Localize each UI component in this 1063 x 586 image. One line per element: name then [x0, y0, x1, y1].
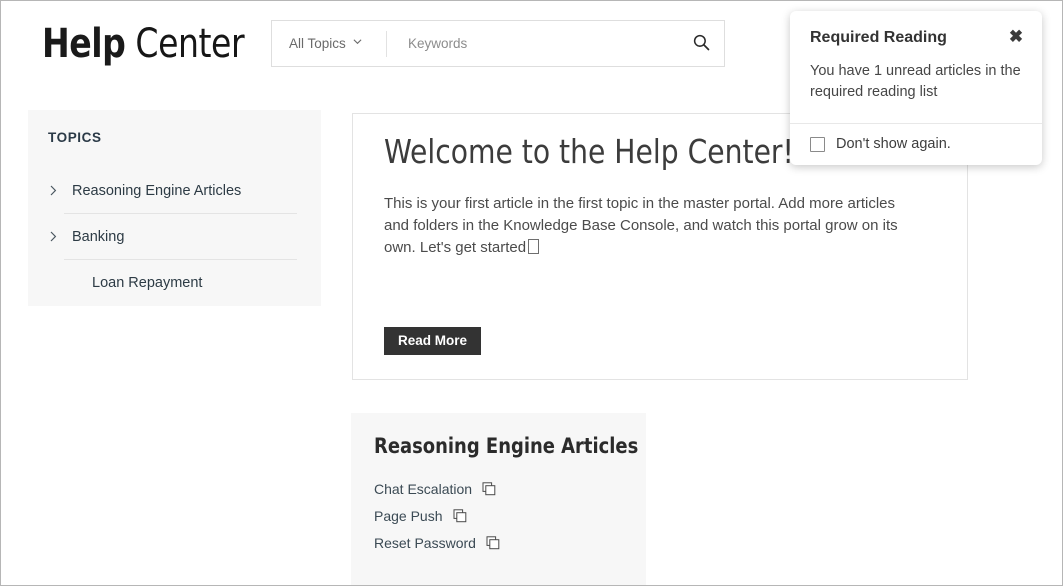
search-input[interactable]	[387, 21, 678, 66]
popup-title: Required Reading	[810, 29, 947, 46]
chevron-down-icon	[353, 37, 362, 46]
page-title: Welcome to the Help Center!	[384, 132, 794, 172]
article-link-page-push[interactable]: Page Push	[374, 508, 443, 524]
dont-show-again-checkbox[interactable]	[810, 137, 825, 152]
close-icon[interactable]: ✖	[1007, 28, 1025, 46]
popup-message: You have 1 unread articles in the requir…	[790, 51, 1042, 123]
sidebar-title: TOPICS	[48, 130, 102, 145]
copy-icon[interactable]	[453, 509, 467, 523]
articles-card-title: Reasoning Engine Articles	[374, 434, 638, 458]
topics-sidebar: TOPICS Reasoning Engine Articles Banking	[28, 110, 321, 306]
list-item: Reset Password	[374, 529, 624, 556]
sidebar-item-loan-repayment[interactable]: Loan Repayment	[28, 260, 321, 305]
list-item: Page Push	[374, 502, 624, 529]
missing-glyph-icon	[528, 239, 539, 254]
chevron-right-icon	[50, 231, 60, 242]
logo-text-center: Center	[125, 21, 244, 67]
article-link-chat-escalation[interactable]: Chat Escalation	[374, 481, 472, 497]
copy-icon[interactable]	[482, 482, 496, 496]
article-link-reset-password[interactable]: Reset Password	[374, 535, 476, 551]
search-icon	[693, 34, 710, 54]
sidebar-item-banking[interactable]: Banking	[28, 214, 321, 259]
logo-text-help: Help	[42, 21, 125, 67]
site-logo[interactable]: Help Center	[42, 20, 244, 68]
help-center-page: Help Center All Topics	[0, 0, 1063, 586]
list-item: Chat Escalation	[374, 475, 624, 502]
welcome-body-text: This is your first article in the first …	[384, 195, 898, 256]
search-bar: All Topics	[271, 20, 725, 67]
topic-filter-dropdown[interactable]: All Topics	[272, 21, 386, 66]
copy-icon[interactable]	[486, 536, 500, 550]
dont-show-again-label[interactable]: Don't show again.	[836, 136, 951, 152]
reasoning-engine-articles-card: Reasoning Engine Articles Chat Escalatio…	[351, 413, 646, 586]
topic-list: Reasoning Engine Articles Banking Loan R…	[28, 168, 321, 305]
sidebar-item-reasoning-engine-articles[interactable]: Reasoning Engine Articles	[28, 168, 321, 213]
sidebar-item-label: Loan Repayment	[92, 275, 202, 291]
sidebar-item-label: Banking	[72, 229, 124, 245]
sidebar-item-label: Reasoning Engine Articles	[72, 183, 241, 199]
popup-header: Required Reading ✖	[790, 11, 1042, 51]
chevron-right-icon	[50, 185, 60, 196]
search-button[interactable]	[678, 21, 724, 66]
read-more-button[interactable]: Read More	[384, 327, 481, 355]
required-reading-popup: Required Reading ✖ You have 1 unread art…	[790, 11, 1042, 165]
welcome-article-body: This is your first article in the first …	[384, 193, 911, 260]
popup-footer: Don't show again.	[790, 123, 1042, 165]
article-list: Chat Escalation Page Push	[374, 475, 624, 556]
topic-filter-label: All Topics	[289, 36, 346, 51]
